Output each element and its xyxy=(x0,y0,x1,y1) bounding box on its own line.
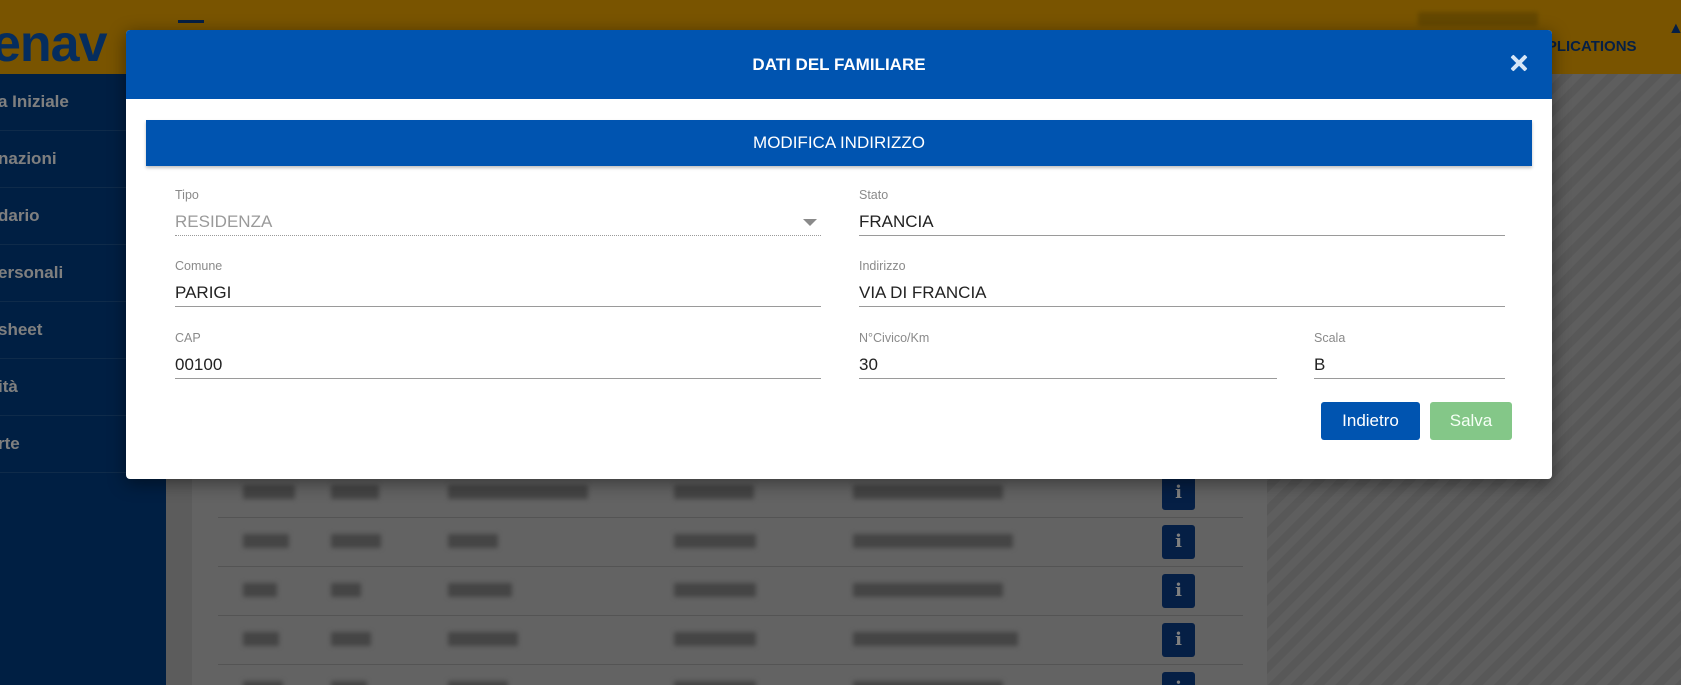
section-title: MODIFICA INDIRIZZO xyxy=(146,120,1532,166)
stato-input[interactable] xyxy=(859,208,1505,236)
tipo-label: Tipo xyxy=(175,188,199,202)
dialog-header: DATI DEL FAMILIARE xyxy=(126,30,1552,99)
family-member-dialog: DATI DEL FAMILIARE MODIFICA INDIRIZZO Ti… xyxy=(126,30,1552,479)
indirizzo-field: Indirizzo xyxy=(859,259,1505,309)
indirizzo-input[interactable] xyxy=(859,279,1505,307)
cap-input[interactable] xyxy=(175,351,821,379)
tipo-select[interactable] xyxy=(175,208,821,236)
save-button[interactable]: Salva xyxy=(1430,402,1512,440)
civico-input[interactable] xyxy=(859,351,1277,379)
back-button[interactable]: Indietro xyxy=(1321,402,1420,440)
chevron-down-icon xyxy=(803,219,817,226)
tipo-field: Tipo xyxy=(175,188,821,238)
civico-label: N°Civico/Km xyxy=(859,331,930,345)
scala-label: Scala xyxy=(1314,331,1346,345)
stato-field: Stato xyxy=(859,188,1505,238)
civico-field: N°Civico/Km xyxy=(859,331,1277,381)
scala-input[interactable] xyxy=(1314,351,1505,379)
scala-field: Scala xyxy=(1314,331,1505,381)
cap-field: CAP xyxy=(175,331,821,381)
comune-label: Comune xyxy=(175,259,223,273)
stato-label: Stato xyxy=(859,188,889,202)
comune-input[interactable] xyxy=(175,279,821,307)
comune-field: Comune xyxy=(175,259,821,309)
dialog-title: DATI DEL FAMILIARE xyxy=(752,55,926,74)
indirizzo-label: Indirizzo xyxy=(859,259,906,273)
close-icon[interactable] xyxy=(1508,52,1530,74)
cap-label: CAP xyxy=(175,331,201,345)
